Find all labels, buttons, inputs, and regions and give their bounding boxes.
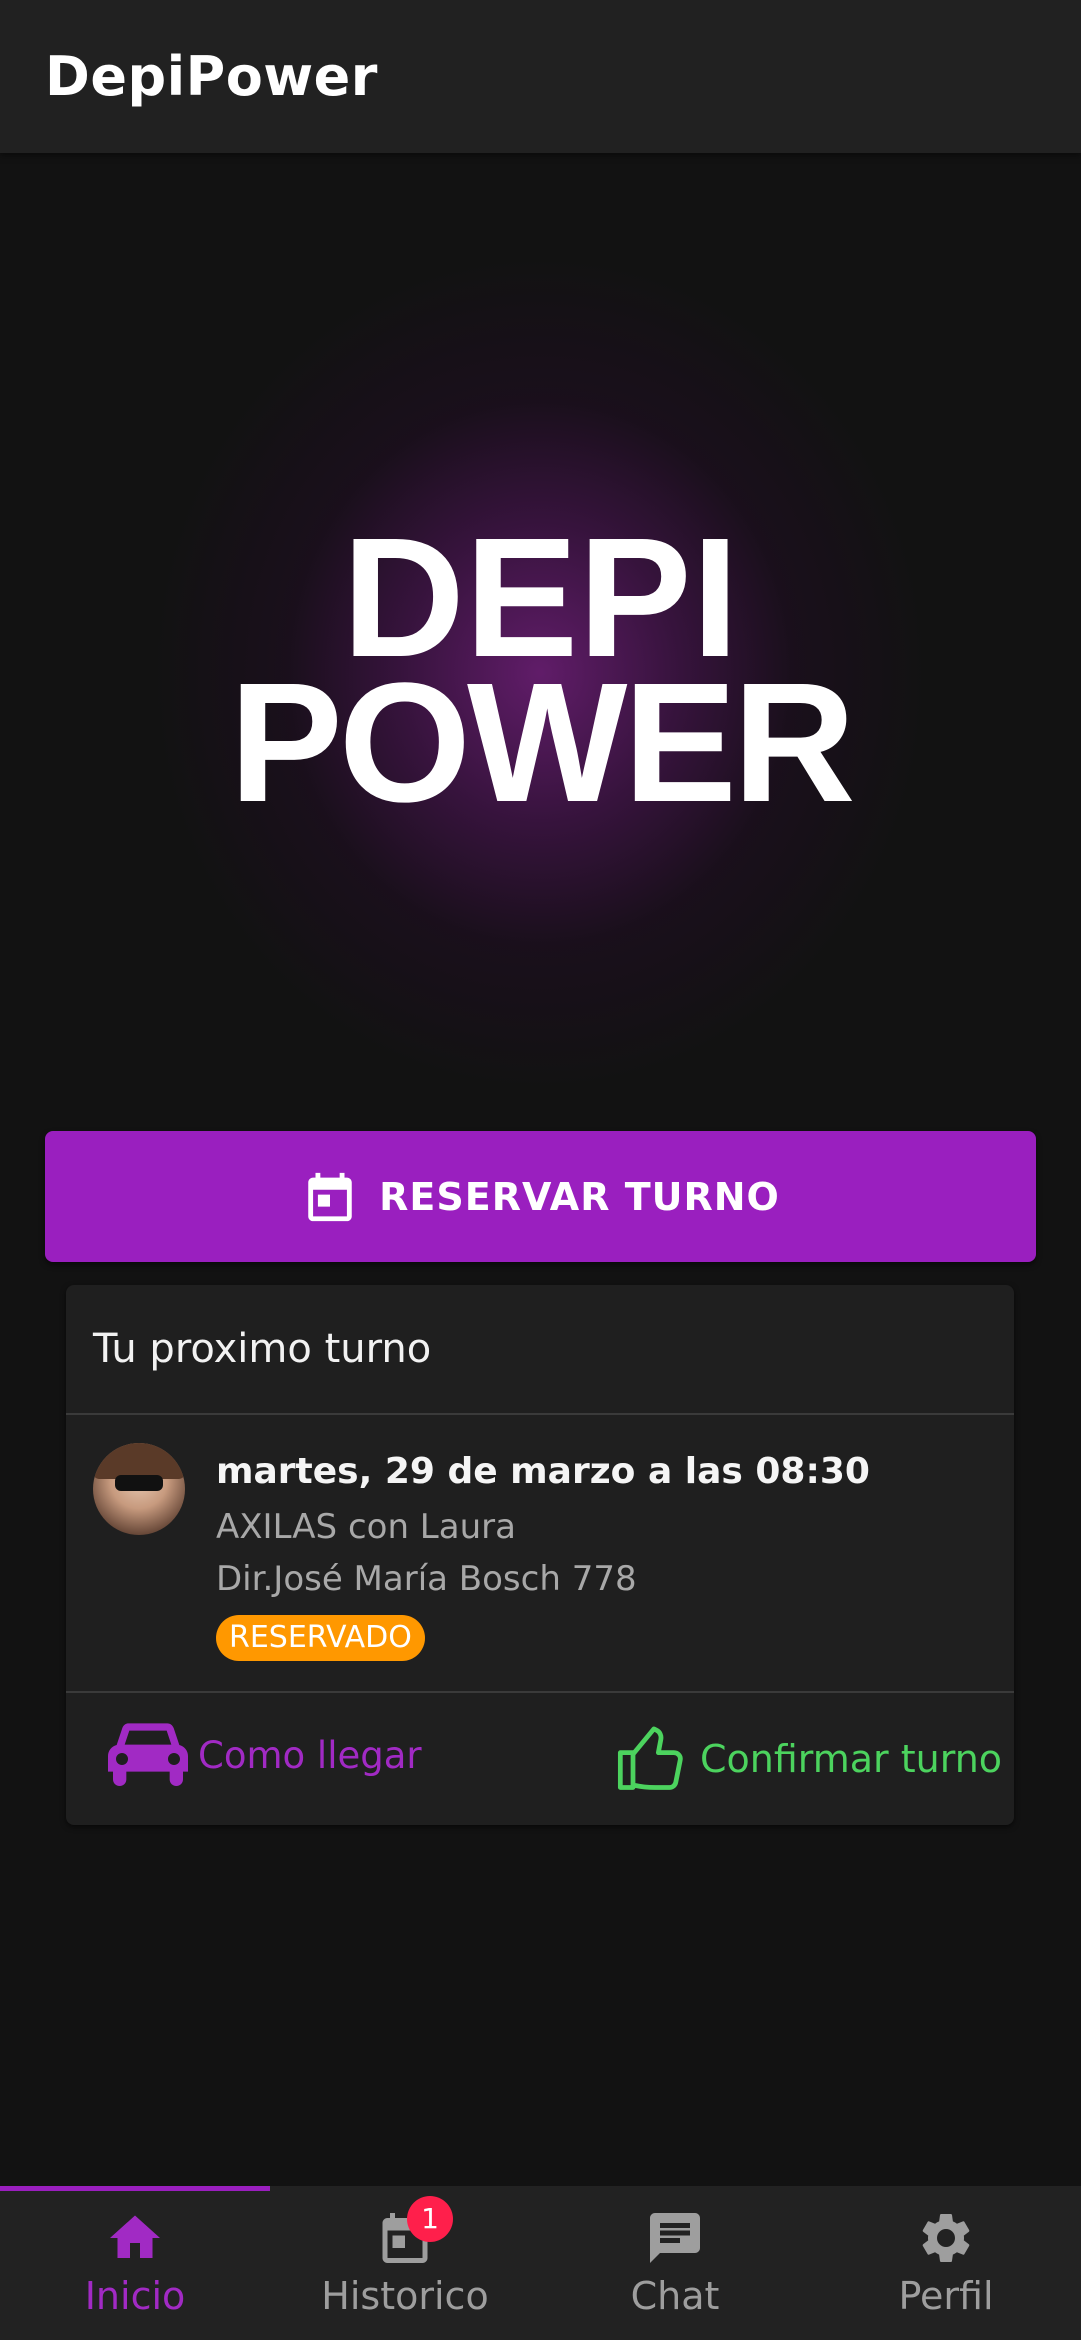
nav-label-inicio: Inicio bbox=[84, 2274, 186, 2318]
car-icon bbox=[108, 1723, 188, 1786]
chat-icon-wrap bbox=[645, 2208, 705, 2268]
nav-label-perfil: Perfil bbox=[898, 2274, 994, 2318]
next-appointment-card: Tu proximo turno martes, 29 de marzo a l… bbox=[66, 1285, 1014, 1825]
avatar bbox=[93, 1443, 185, 1535]
directions-button[interactable]: Como llegar bbox=[108, 1723, 422, 1787]
appointment-details: martes, 29 de marzo a las 08:30 AXILAS c… bbox=[66, 1415, 1014, 1693]
home-icon-wrap bbox=[105, 2208, 165, 2268]
card-header: Tu proximo turno bbox=[66, 1285, 1014, 1415]
confirm-label: Confirmar turno bbox=[700, 1737, 1003, 1781]
chat-icon bbox=[650, 2213, 700, 2263]
reserve-button-label: RESERVAR TURNO bbox=[379, 1174, 780, 1219]
avatar-glasses bbox=[115, 1475, 163, 1491]
reserve-appointment-button[interactable]: RESERVAR TURNO bbox=[45, 1131, 1036, 1262]
card-actions: Como llegar Confirmar turno bbox=[66, 1693, 1014, 1823]
nav-label-historico: Historico bbox=[321, 2274, 489, 2318]
home-icon bbox=[110, 2215, 160, 2258]
app-title: DepiPower bbox=[45, 45, 378, 108]
directions-label: Como llegar bbox=[198, 1733, 422, 1777]
appointment-date: martes, 29 de marzo a las 08:30 bbox=[216, 1451, 870, 1492]
nav-item-perfil[interactable]: Perfil bbox=[811, 2186, 1081, 2340]
nav-item-chat[interactable]: Chat bbox=[540, 2186, 810, 2340]
notification-badge: 1 bbox=[407, 2196, 453, 2242]
appointment-service: AXILAS con Laura bbox=[216, 1507, 516, 1547]
nav-item-historico[interactable]: 1 Historico bbox=[270, 2186, 540, 2340]
confirm-appointment-button[interactable]: Confirmar turno bbox=[614, 1721, 1002, 1797]
nav-label-chat: Chat bbox=[630, 2274, 720, 2318]
gear-icon-wrap bbox=[916, 2208, 976, 2268]
calendar-icon-wrap: 1 bbox=[375, 2196, 453, 2268]
app-bar: DepiPower bbox=[0, 0, 1081, 153]
status-badge: RESERVADO bbox=[216, 1615, 425, 1661]
calendar-icon bbox=[308, 1172, 352, 1221]
card-title: Tu proximo turno bbox=[93, 1326, 432, 1372]
nav-item-inicio[interactable]: Inicio bbox=[0, 2186, 270, 2340]
thumbs-up-icon bbox=[617, 1726, 683, 1790]
avatar-hair bbox=[93, 1443, 185, 1479]
app-screen: DepiPower DEPI POWER RESERVAR TURNO Tu p… bbox=[0, 0, 1081, 2340]
bottom-navigation: Inicio 1 Historico Chat Perfil bbox=[0, 2186, 1081, 2340]
hero-logo: DEPI POWER bbox=[0, 153, 1081, 1113]
logo-line-2: POWER bbox=[229, 648, 855, 838]
gear-icon bbox=[922, 2214, 970, 2262]
appointment-address: Dir.José María Bosch 778 bbox=[216, 1559, 637, 1599]
